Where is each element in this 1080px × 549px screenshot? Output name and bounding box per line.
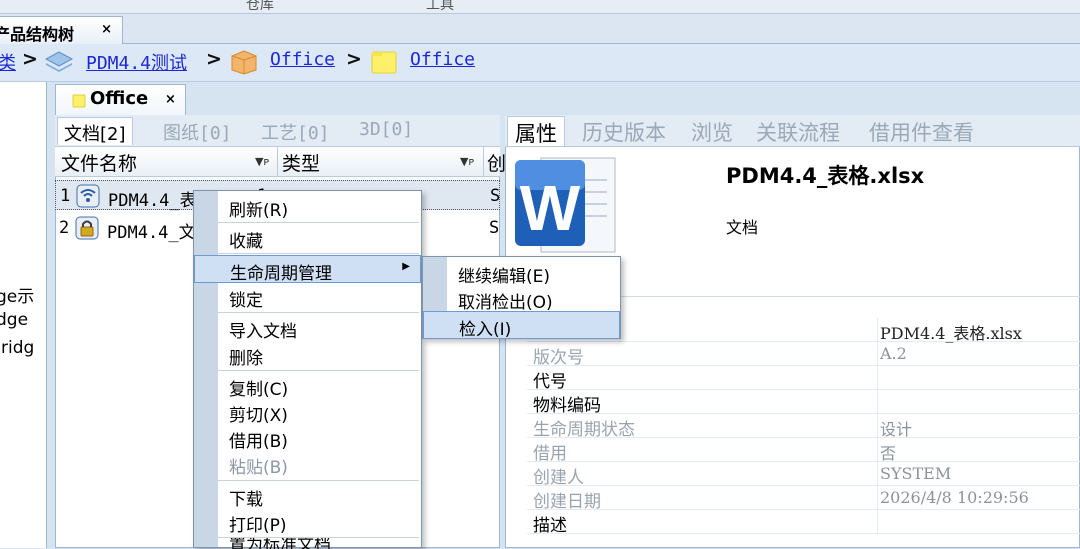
- tree-node[interactable]: Jridg: [0, 338, 34, 358]
- tab-office[interactable]: Office ×: [55, 84, 186, 116]
- properties-tabs: 属性 历史版本 浏览 关联流程 借用件查看: [505, 115, 1080, 147]
- property-row: 代号: [527, 366, 1080, 392]
- property-key: 创建日期: [533, 492, 601, 512]
- property-row: 创建日期 2026/4/8 10:29:56: [527, 486, 1080, 512]
- breadcrumb-partial[interactable]: 类: [0, 49, 16, 75]
- menu-borrow[interactable]: 借用(B): [194, 424, 421, 452]
- property-value[interactable]: SYSTEM: [880, 464, 951, 483]
- top-tab-bar: 产品结构树 ×: [0, 14, 1080, 44]
- file-type: 文档: [726, 218, 759, 237]
- menu-import[interactable]: 导入文档: [194, 314, 421, 342]
- layers-icon: [45, 51, 73, 72]
- breadcrumb-item-office-1[interactable]: Office: [270, 49, 335, 70]
- close-icon[interactable]: ×: [165, 92, 176, 107]
- menu-lifecycle-label: 生命周期管理: [230, 264, 332, 284]
- breadcrumb-sep: >: [206, 48, 222, 70]
- tab-documents[interactable]: 文档[2]: [57, 117, 133, 145]
- folder-icon: [72, 94, 86, 108]
- breadcrumb: 类 > PDM4.4测试 > Office > Office: [0, 44, 1080, 82]
- property-key: 代号: [533, 372, 567, 392]
- property-value[interactable]: PDM4.4_表格.xlsx: [880, 320, 1022, 344]
- menu-lifecycle[interactable]: 生命周期管理 ▶: [194, 255, 421, 284]
- tab-process[interactable]: 工艺[0]: [255, 117, 336, 145]
- chevron-right-icon: ▶: [402, 261, 410, 272]
- property-key: 描述: [533, 516, 567, 536]
- tree-node[interactable]: ge示: [0, 282, 34, 307]
- property-key: 借用: [533, 444, 567, 464]
- close-icon[interactable]: ×: [101, 22, 112, 37]
- property-row: 借用 否: [527, 438, 1080, 464]
- menu-continue-edit[interactable]: 继续编辑(E): [423, 259, 620, 287]
- tab-preview[interactable]: 浏览: [684, 116, 740, 146]
- top-menu-tools[interactable]: 工具: [410, 0, 470, 14]
- property-key: 生命周期状态: [533, 420, 635, 440]
- menu-cut[interactable]: 剪切(X): [194, 398, 421, 426]
- property-row: 版次号 A.2: [527, 342, 1080, 368]
- menu-copy[interactable]: 复制(C): [194, 372, 421, 400]
- property-row: 描述: [527, 510, 1080, 536]
- property-key: 版次号: [533, 348, 584, 368]
- property-row: 创建人 SYSTEM: [527, 462, 1080, 488]
- menu-refresh[interactable]: 刷新(R): [194, 193, 421, 221]
- tab-office-label: Office: [90, 88, 149, 109]
- property-value[interactable]: 2026/4/8 10:29:56: [880, 488, 1029, 507]
- breadcrumb-item-office-2[interactable]: Office: [410, 49, 475, 70]
- tab-history[interactable]: 历史版本: [575, 116, 673, 146]
- row-file-name: PDM4.4_文: [107, 223, 196, 243]
- menu-set-standard-label: 置为标准文档: [229, 538, 331, 549]
- menu-delete[interactable]: 删除: [194, 341, 421, 369]
- menu-checkin[interactable]: 检入(I): [423, 311, 620, 340]
- box-icon: [231, 50, 257, 75]
- menu-cancel-checkout[interactable]: 取消检出(O): [423, 285, 620, 313]
- tab-related-flow[interactable]: 关联流程: [749, 116, 847, 146]
- tab-properties[interactable]: 属性: [507, 116, 565, 146]
- col-type[interactable]: 类型: [282, 149, 320, 176]
- tab-3d[interactable]: 3D[0]: [353, 117, 419, 145]
- folder-icon: [371, 51, 397, 74]
- top-menu-repo[interactable]: 仓库: [230, 0, 290, 14]
- col-created[interactable]: 创: [487, 149, 506, 176]
- property-row: 物料编码: [527, 390, 1080, 416]
- property-row: 生命周期状态 设计: [527, 414, 1080, 440]
- row-index: 1: [60, 186, 71, 206]
- breadcrumb-sep: >: [22, 48, 38, 70]
- doc-subtabs: 文档[2] 图纸[0] 工艺[0] 3D[0]: [55, 115, 500, 147]
- tree-node[interactable]: dge: [0, 310, 28, 330]
- context-menu: 刷新(R) 收藏 生命周期管理 ▶ 锁定 导入文档 删除 复制(C) 剪切(X)…: [193, 190, 422, 549]
- property-value[interactable]: 设计: [880, 416, 912, 440]
- locked-doc-icon: [75, 216, 99, 240]
- row-state: S: [490, 186, 501, 206]
- property-key: 创建人: [533, 468, 584, 488]
- menu-print[interactable]: 打印(P): [194, 508, 421, 536]
- col-file-name[interactable]: 文件名称: [61, 149, 137, 176]
- menu-lock[interactable]: 锁定: [194, 283, 421, 311]
- top-strip: 仓库 工具: [0, 0, 1080, 14]
- property-value[interactable]: A.2: [880, 344, 907, 363]
- property-key: 物料编码: [533, 396, 601, 416]
- filter-icon[interactable]: ▼ᴘ: [460, 155, 474, 168]
- tab-product-tree[interactable]: 产品结构树 ×: [0, 16, 123, 44]
- wifi-doc-icon: [76, 184, 100, 208]
- lifecycle-submenu: 继续编辑(E) 取消检出(O) 检入(I): [422, 256, 621, 340]
- breadcrumb-sep: >: [346, 48, 362, 70]
- tree-pane: ge示 dge Jridg: [0, 82, 47, 548]
- row-index: 2: [59, 218, 70, 238]
- menu-set-standard[interactable]: 置为标准文档: [194, 538, 421, 549]
- menu-paste[interactable]: 粘贴(B): [194, 450, 421, 478]
- table-header: 文件名称 ▼ᴘ 类型 ▼ᴘ 创: [55, 147, 506, 177]
- menu-download[interactable]: 下载: [194, 482, 421, 510]
- menu-favorite[interactable]: 收藏: [194, 224, 421, 252]
- tab-borrow-view[interactable]: 借用件查看: [862, 116, 981, 146]
- tab-product-tree-label: 产品结构树: [0, 25, 75, 44]
- file-title: PDM4.4_表格.xlsx: [726, 164, 925, 188]
- breadcrumb-item-project[interactable]: PDM4.4测试: [86, 49, 187, 75]
- filter-icon[interactable]: ▼ᴘ: [255, 155, 269, 168]
- word-document-icon: W: [515, 157, 616, 253]
- svg-text:W: W: [520, 172, 581, 244]
- tab-drawings[interactable]: 图纸[0]: [157, 117, 238, 145]
- row-state: S: [489, 218, 500, 238]
- property-value[interactable]: 否: [880, 440, 896, 464]
